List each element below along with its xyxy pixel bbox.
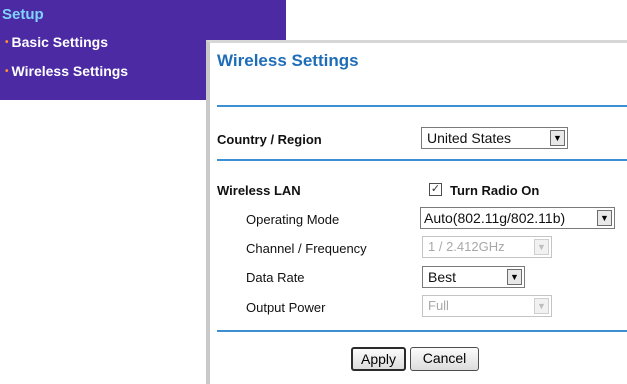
menu-title: Setup — [2, 6, 44, 23]
chevron-down-icon[interactable]: ▼ — [597, 210, 612, 226]
menu-item-basic-settings[interactable]: • Basic Settings — [5, 34, 108, 50]
menu-item-label: Wireless Settings — [11, 63, 129, 79]
data-rate-value: Best — [428, 269, 457, 285]
output-power-value: Full — [428, 298, 449, 313]
chevron-down-icon[interactable]: ▼ — [550, 130, 565, 146]
chevron-down-icon: ▼ — [534, 239, 549, 255]
output-power-select: Full ▼ — [422, 295, 552, 317]
operating-mode-select[interactable]: Auto(802.11g/802.11b) ▼ — [420, 207, 615, 229]
divider — [217, 159, 627, 161]
channel-frequency-value: 1 / 2.412GHz — [428, 239, 505, 254]
country-select-value: United States — [427, 130, 512, 146]
wireless-lan-label: Wireless LAN — [217, 183, 301, 198]
country-label: Country / Region — [217, 132, 322, 147]
apply-button[interactable]: Apply — [351, 347, 406, 371]
divider — [217, 105, 627, 107]
cancel-button[interactable]: Cancel — [410, 347, 479, 371]
channel-frequency-label: Channel / Frequency — [246, 241, 367, 256]
chevron-down-icon[interactable]: ▼ — [507, 269, 522, 285]
channel-frequency-select: 1 / 2.412GHz ▼ — [422, 236, 552, 258]
wireless-settings-panel: Wireless Settings Country / Region Unite… — [206, 40, 627, 384]
turn-radio-on-checkbox[interactable]: ✓ — [429, 183, 442, 196]
data-rate-select[interactable]: Best ▼ — [422, 266, 525, 288]
output-power-label: Output Power — [246, 300, 326, 315]
bullet-icon: • — [5, 37, 9, 48]
country-select[interactable]: United States ▼ — [421, 127, 568, 149]
divider — [217, 330, 627, 332]
turn-radio-on-label: Turn Radio On — [450, 183, 540, 198]
check-icon: ✓ — [430, 183, 441, 195]
chevron-down-icon: ▼ — [534, 298, 549, 314]
menu-item-wireless-settings[interactable]: • Wireless Settings — [5, 63, 128, 79]
data-rate-label: Data Rate — [246, 270, 305, 285]
menu-item-label: Basic Settings — [11, 34, 108, 50]
operating-mode-label: Operating Mode — [246, 212, 340, 227]
page-title: Wireless Settings — [217, 51, 359, 70]
operating-mode-value: Auto(802.11g/802.11b) — [424, 210, 566, 226]
bullet-icon: • — [5, 66, 9, 77]
